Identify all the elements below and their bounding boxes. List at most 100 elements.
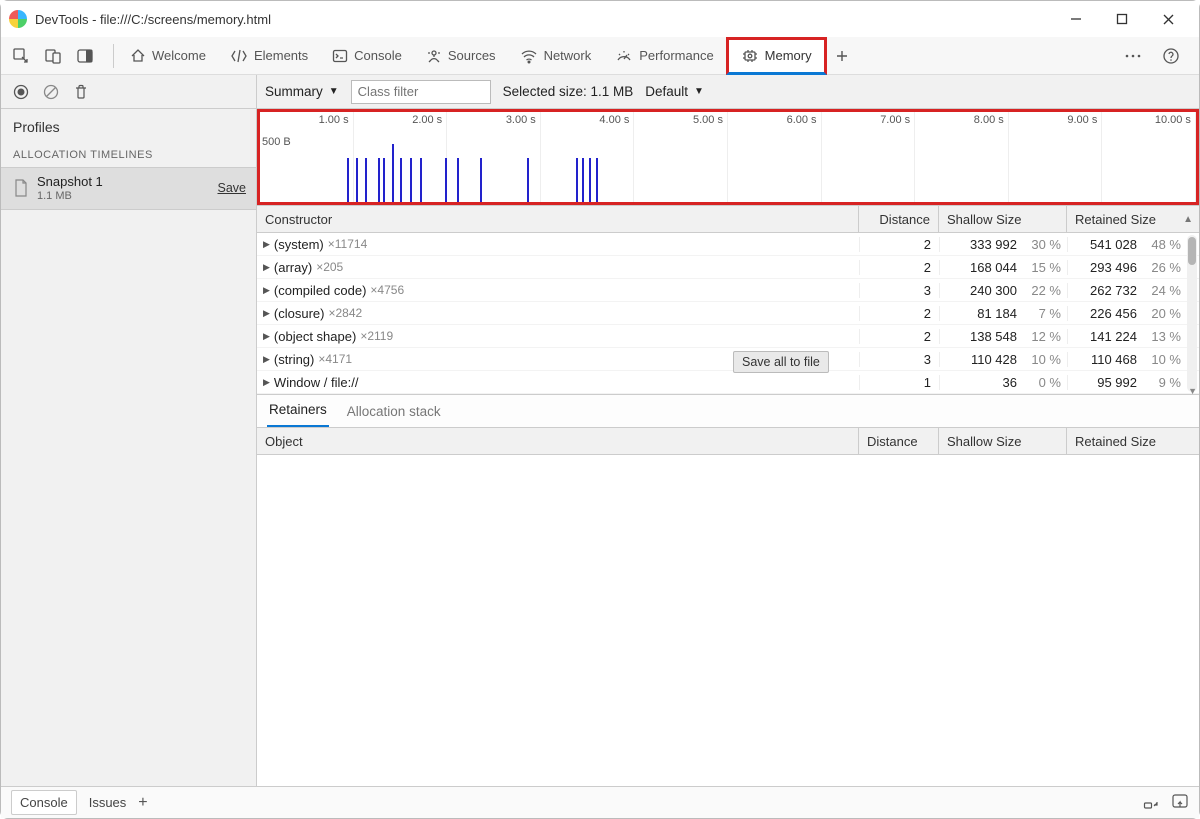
- snapshot-size: 1.1 MB: [37, 190, 103, 203]
- retained-pct: 48 %: [1147, 237, 1181, 252]
- retained-size-cell: 262 732: [1090, 283, 1137, 298]
- shallow-size-cell: 333 992: [970, 237, 1017, 252]
- timeline-tick-label: 5.00 s: [693, 114, 723, 126]
- shallow-size-cell: 168 044: [970, 260, 1017, 275]
- allocation-bar: [527, 158, 529, 202]
- tab-memory[interactable]: Memory: [726, 37, 827, 75]
- snapshot-item[interactable]: Snapshot 1 1.1 MB Save: [1, 167, 256, 210]
- chevron-down-icon: ▼: [694, 86, 704, 97]
- shallow-pct: 10 %: [1027, 352, 1061, 367]
- view-default-label: Default: [645, 84, 688, 99]
- shallow-size-cell: 36: [1003, 375, 1017, 390]
- col-object[interactable]: Object: [257, 428, 859, 454]
- disclosure-triangle-icon[interactable]: ▶: [263, 262, 270, 273]
- allocation-bar: [576, 158, 578, 202]
- delete-button[interactable]: [69, 80, 93, 104]
- settings-icon[interactable]: [1143, 793, 1161, 812]
- col-retained-size[interactable]: Retained Size ▲: [1067, 206, 1199, 232]
- more-tools-icon[interactable]: [1119, 42, 1147, 70]
- tab-allocation-stack[interactable]: Allocation stack: [345, 396, 443, 427]
- shallow-pct: 0 %: [1027, 375, 1061, 390]
- clear-button[interactable]: [39, 80, 63, 104]
- tab-elements[interactable]: Elements: [218, 37, 320, 75]
- heap-row[interactable]: ▶(closure) ×2842281 1847 %226 45620 %: [257, 302, 1199, 325]
- timeline-tick-label: 3.00 s: [506, 114, 536, 126]
- disclosure-triangle-icon[interactable]: ▶: [263, 239, 270, 250]
- allocation-timeline[interactable]: 1.00 s2.00 s3.00 s4.00 s5.00 s6.00 s7.00…: [257, 109, 1199, 205]
- more-rows-icon[interactable]: ▼: [1188, 386, 1197, 396]
- console-drawer-button[interactable]: Console: [11, 790, 77, 815]
- tab-retainers[interactable]: Retainers: [267, 394, 329, 427]
- allocation-bar: [392, 144, 394, 202]
- col-shallow-size[interactable]: Shallow Size: [939, 206, 1067, 232]
- col-retained-2[interactable]: Retained Size: [1067, 428, 1199, 454]
- allocation-bar: [457, 158, 459, 202]
- table-scrollbar[interactable]: [1187, 235, 1197, 392]
- allocation-bar: [589, 158, 591, 202]
- tab-welcome[interactable]: Welcome: [118, 37, 218, 75]
- selected-size-label: Selected size: 1.1 MB: [503, 84, 634, 99]
- help-icon[interactable]: [1157, 42, 1185, 70]
- tab-welcome-label: Welcome: [152, 48, 206, 63]
- sidebar-toolbar: [1, 75, 256, 109]
- class-filter-input[interactable]: [351, 80, 491, 104]
- add-panel-button[interactable]: +: [138, 794, 147, 812]
- add-tab-button[interactable]: [827, 37, 857, 75]
- tab-network[interactable]: Network: [508, 37, 604, 75]
- tab-performance[interactable]: Performance: [603, 37, 725, 75]
- heap-table-header: Constructor Distance Shallow Size Retain…: [257, 205, 1199, 233]
- timeline-tick-label: 4.00 s: [599, 114, 629, 126]
- sort-ascending-icon: ▲: [1183, 214, 1193, 225]
- device-toggle-icon[interactable]: [39, 42, 67, 70]
- inspect-icon[interactable]: [7, 42, 35, 70]
- profiles-heading: Profiles: [1, 109, 256, 143]
- shallow-pct: 30 %: [1027, 237, 1061, 252]
- minimize-button[interactable]: [1053, 3, 1099, 35]
- tab-sources[interactable]: Sources: [414, 37, 508, 75]
- constructor-name: (object shape): [274, 329, 356, 344]
- disclosure-triangle-icon[interactable]: ▶: [263, 331, 270, 342]
- summary-dropdown[interactable]: Summary ▼: [265, 84, 339, 99]
- distance-cell: 3: [859, 283, 939, 298]
- col-constructor[interactable]: Constructor: [257, 206, 859, 232]
- retained-pct: 10 %: [1147, 352, 1181, 367]
- disclosure-triangle-icon[interactable]: ▶: [263, 308, 270, 319]
- heap-row[interactable]: ▶(string) ×41713110 42810 %110 46810 %: [257, 348, 1199, 371]
- tab-performance-label: Performance: [639, 48, 713, 63]
- tab-console[interactable]: Console: [320, 37, 414, 75]
- allocation-bar: [378, 158, 380, 202]
- instance-count: ×2842: [329, 306, 363, 320]
- col-shallow-2[interactable]: Shallow Size: [939, 428, 1067, 454]
- allocation-bar: [356, 158, 358, 202]
- heap-row[interactable]: ▶(array) ×2052168 04415 %293 49626 %: [257, 256, 1199, 279]
- main-tabs: Welcome Elements Console Sources Network…: [1, 37, 1199, 75]
- record-button[interactable]: [9, 80, 33, 104]
- retainers-tabs: Retainers Allocation stack: [257, 394, 1199, 428]
- issues-button[interactable]: Issues: [89, 795, 127, 810]
- close-button[interactable]: [1145, 3, 1191, 35]
- heap-row[interactable]: ▶(compiled code) ×47563240 30022 %262 73…: [257, 279, 1199, 302]
- distance-cell: 2: [859, 237, 939, 252]
- heap-row[interactable]: ▶(object shape) ×21192138 54812 %141 224…: [257, 325, 1199, 348]
- disclosure-triangle-icon[interactable]: ▶: [263, 285, 270, 296]
- timeline-tick-label: 7.00 s: [880, 114, 910, 126]
- retained-size-cell: 110 468: [1091, 352, 1137, 367]
- disclosure-triangle-icon[interactable]: ▶: [263, 377, 270, 388]
- memory-sidebar: Profiles ALLOCATION TIMELINES Snapshot 1…: [1, 75, 257, 788]
- disclosure-triangle-icon[interactable]: ▶: [263, 354, 270, 365]
- scroll-thumb[interactable]: [1188, 237, 1196, 265]
- col-distance[interactable]: Distance: [859, 206, 939, 232]
- heap-row[interactable]: ▶(system) ×117142333 99230 %541 02848 %: [257, 233, 1199, 256]
- shallow-pct: 12 %: [1027, 329, 1061, 344]
- retained-pct: 13 %: [1147, 329, 1181, 344]
- dock-icon[interactable]: [71, 42, 99, 70]
- snapshot-save-link[interactable]: Save: [218, 181, 247, 195]
- dock-side-icon[interactable]: [1171, 793, 1189, 812]
- heap-row[interactable]: ▶Window / file://1360 %95 9929 %: [257, 371, 1199, 394]
- view-default-dropdown[interactable]: Default ▼: [645, 84, 704, 99]
- col-distance-2[interactable]: Distance: [859, 428, 939, 454]
- allocation-bar: [400, 158, 402, 202]
- maximize-button[interactable]: [1099, 3, 1145, 35]
- allocation-bar: [480, 158, 482, 202]
- constructor-name: (closure): [274, 306, 325, 321]
